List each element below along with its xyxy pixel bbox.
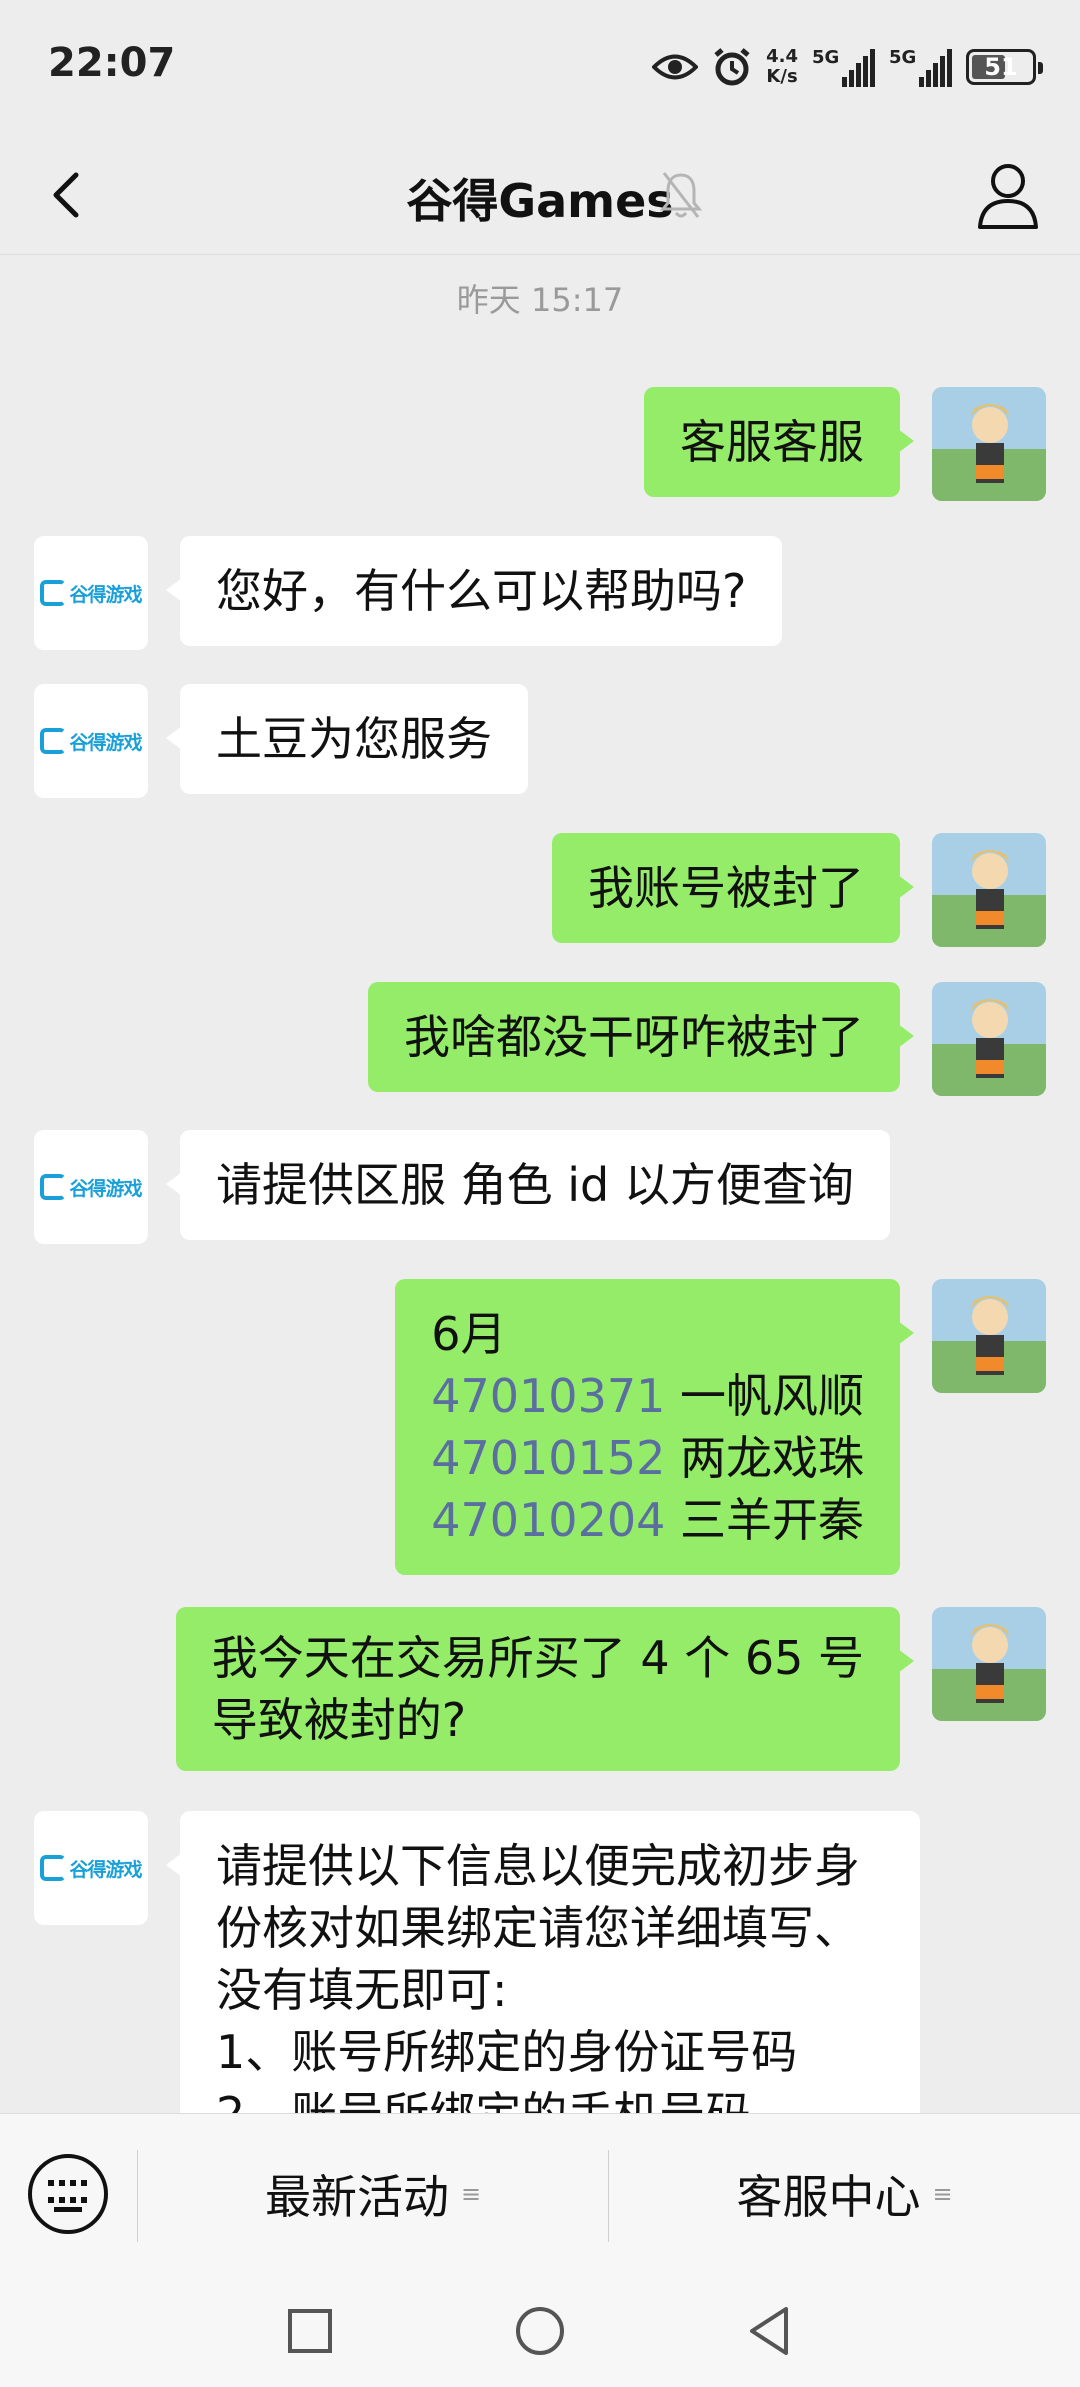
message-line: 请提供以下信息以便完成初步身 bbox=[216, 1839, 860, 1893]
eye-icon bbox=[652, 54, 699, 80]
network-speed: 4.4 K/s bbox=[766, 46, 798, 87]
user-avatar[interactable] bbox=[932, 833, 1046, 947]
company-avatar[interactable]: 谷得游戏 bbox=[34, 684, 148, 798]
alarm-icon bbox=[714, 48, 750, 86]
company-logo: 谷得游戏 bbox=[40, 728, 143, 755]
signal-icon-sim2: 5G bbox=[889, 47, 952, 87]
company-logo: 谷得游戏 bbox=[40, 1855, 143, 1882]
system-navigation-bar bbox=[0, 2273, 1080, 2387]
message-line: 我今天在交易所买了 4 个 65 号 bbox=[211, 1631, 864, 1685]
message-line: 47010204 三羊开秦 bbox=[431, 1493, 864, 1547]
person-icon[interactable] bbox=[972, 157, 1044, 233]
company-avatar[interactable]: 谷得游戏 bbox=[34, 536, 148, 650]
message-bubble-incoming[interactable]: 您好，有什么可以帮助吗? bbox=[165, 536, 783, 646]
message-bubble-incoming[interactable]: 请提供以下信息以便完成初步身 份核对如果绑定请您详细填写、 没有填无即可: 1、… bbox=[166, 1811, 920, 2113]
battery-level: 51 bbox=[984, 53, 1018, 81]
company-avatar[interactable]: 谷得游戏 bbox=[34, 1811, 148, 1925]
chat-header: 谷得Games bbox=[0, 135, 1080, 255]
role-id-link[interactable]: 47010152 bbox=[431, 1431, 665, 1485]
message-line: 47010371 一帆风顺 bbox=[431, 1369, 864, 1423]
role-id-link[interactable]: 47010204 bbox=[431, 1493, 665, 1547]
user-avatar[interactable] bbox=[932, 1279, 1046, 1393]
recent-apps-icon[interactable] bbox=[282, 2303, 338, 2359]
menu-item-latest-events[interactable]: 最新活动 ≡ bbox=[138, 2114, 608, 2274]
message-line: 没有填无即可: bbox=[216, 1963, 508, 2017]
message-line: 份核对如果绑定请您详细填写、 bbox=[216, 1901, 860, 1955]
company-avatar[interactable]: 谷得游戏 bbox=[34, 1130, 148, 1244]
message-line: 1、账号所绑定的身份证号码 bbox=[216, 2025, 798, 2079]
message-bubble-outgoing[interactable]: 我今天在交易所买了 4 个 65 号 导致被封的? bbox=[175, 1607, 915, 1771]
signal-icon-sim1: 5G bbox=[812, 47, 875, 87]
status-bar: 22:07 4.4 K/s 5G 5G 51 bbox=[0, 0, 1080, 135]
message-bubble-outgoing[interactable]: 我啥都没干呀咋被封了 bbox=[368, 982, 914, 1092]
user-avatar[interactable] bbox=[932, 982, 1046, 1096]
status-time: 22:07 bbox=[48, 40, 176, 86]
official-account-menu: 最新活动 ≡ 客服中心 ≡ bbox=[0, 2113, 1080, 2273]
message-line: 47010152 两龙戏珠 bbox=[431, 1431, 864, 1485]
bell-off-icon bbox=[659, 172, 703, 218]
home-icon[interactable] bbox=[512, 2303, 568, 2359]
submenu-icon: ≡ bbox=[932, 2180, 953, 2208]
company-logo: 谷得游戏 bbox=[40, 580, 143, 607]
submenu-icon: ≡ bbox=[460, 2180, 482, 2208]
battery-icon: 51 bbox=[966, 49, 1043, 85]
message-bubble-incoming[interactable]: 土豆为您服务 bbox=[166, 684, 528, 794]
chat-message-list[interactable]: 昨天 15:17 客服客服 谷得游戏 您好，有什么可以帮助吗? 谷得游戏 土豆为… bbox=[0, 255, 1080, 2113]
message-line: 导致被封的? bbox=[211, 1693, 467, 1747]
message-bubble-outgoing[interactable]: 客服客服 bbox=[644, 387, 914, 497]
company-logo: 谷得游戏 bbox=[40, 1174, 143, 1201]
message-bubble-outgoing[interactable]: 6月 47010371 一帆风顺 47010152 两龙戏珠 47010204 … bbox=[395, 1279, 914, 1575]
message-line: 2、账号所绑定的手机号码 bbox=[216, 2083, 884, 2113]
message-line: 6月 bbox=[431, 1307, 507, 1361]
chat-timestamp: 昨天 15:17 bbox=[456, 281, 624, 319]
menu-item-customer-service[interactable]: 客服中心 ≡ bbox=[609, 2114, 1080, 2274]
back-triangle-icon[interactable] bbox=[742, 2303, 798, 2359]
message-bubble-outgoing[interactable]: 我账号被封了 bbox=[552, 833, 914, 943]
chat-title: 谷得Games bbox=[406, 174, 674, 228]
keyboard-icon[interactable] bbox=[28, 2154, 108, 2234]
user-avatar[interactable] bbox=[932, 1607, 1046, 1721]
message-bubble-incoming[interactable]: 请提供区服 角色 id 以方便查询 bbox=[166, 1130, 890, 1240]
role-id-link[interactable]: 47010371 bbox=[431, 1369, 665, 1423]
status-icons: 4.4 K/s 5G 5G 51 bbox=[652, 42, 1043, 92]
user-avatar[interactable] bbox=[932, 387, 1046, 501]
